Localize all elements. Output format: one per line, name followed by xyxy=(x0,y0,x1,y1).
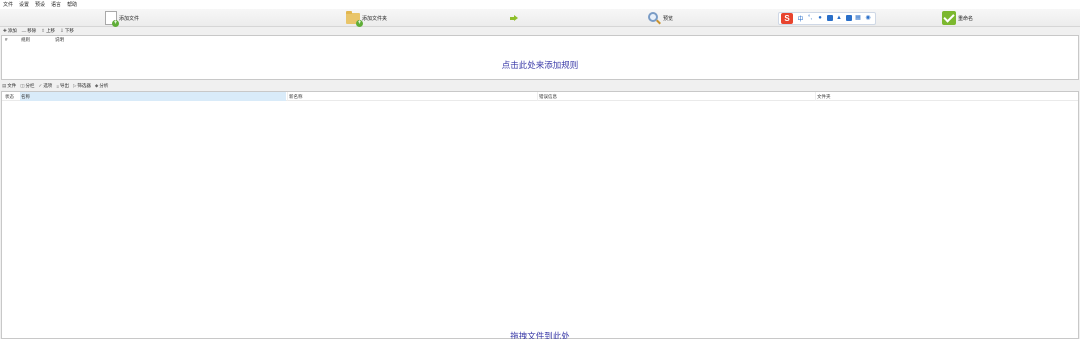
sogou-logo-icon[interactable]: S xyxy=(781,12,793,24)
ime-punctuation-icon[interactable]: °, xyxy=(807,15,814,22)
preview-label: 预览 xyxy=(663,15,674,22)
files-menu-label: 文件 xyxy=(7,83,17,88)
filter-icon: ▷ xyxy=(72,83,77,88)
menu-bar: 文件 设置 预设 语言 帮助 xyxy=(0,0,1080,9)
add-folder-button[interactable]: + 添加文件夹 xyxy=(346,9,387,27)
files-col-status[interactable]: 状态 xyxy=(4,92,20,101)
move-down-button[interactable]: ⇩ 下移 xyxy=(60,28,74,34)
arrow-separator xyxy=(510,9,518,27)
files-toolbar: ▤ 文件 ◫ 分栏 ✓ 选项 ≡ 导出 ▷ 筛选器 ◆ 分析 xyxy=(0,82,1080,90)
skin-shirt-icon[interactable]: ▲ xyxy=(836,15,843,22)
arrow-down-icon: ⇩ xyxy=(60,28,64,33)
microphone-icon[interactable]: ● xyxy=(817,15,824,22)
options-menu-button[interactable]: ✓ 选项 xyxy=(39,83,53,89)
files-table-header: 状态 名称 新名称 错误信息 文件夹 xyxy=(2,92,1078,101)
rules-col-description[interactable]: 说明 xyxy=(55,37,64,43)
columns-menu-label: 分栏 xyxy=(25,83,35,88)
checkmark-icon xyxy=(942,11,956,25)
files-col-new-name[interactable]: 新名称 xyxy=(287,92,537,101)
menu-file[interactable]: 文件 xyxy=(3,1,13,8)
rules-toolbar: ✚ 添加 — 移除 ⇧ 上移 ⇩ 下移 xyxy=(0,27,1080,35)
ime-bar: S 中 °, ● ▲ ▦ ◉ xyxy=(778,11,877,25)
rename-button[interactable]: 重命名 xyxy=(942,9,973,27)
menu-language[interactable]: 语言 xyxy=(51,1,61,8)
move-down-label: 下移 xyxy=(64,28,74,33)
files-menu-button[interactable]: ▤ 文件 xyxy=(2,83,16,89)
plus-icon: ✚ xyxy=(3,28,7,33)
columns-icon: ◫ xyxy=(20,83,25,88)
magnifier-icon xyxy=(648,11,661,25)
remove-rule-button[interactable]: — 移除 xyxy=(22,28,37,34)
tools-icon[interactable]: ◉ xyxy=(865,15,872,22)
keyboard-icon[interactable] xyxy=(826,15,833,21)
minus-icon: — xyxy=(21,28,27,34)
analyze-menu-button[interactable]: ◆ 分析 xyxy=(95,83,108,89)
ime-toolbar: S 中 °, ● ▲ ▦ ◉ xyxy=(778,9,877,27)
options-icon: ✓ xyxy=(38,83,43,88)
gamepad-icon[interactable] xyxy=(845,15,852,21)
menu-settings[interactable]: 设置 xyxy=(19,1,29,8)
files-col-error[interactable]: 错误信息 xyxy=(537,92,815,101)
files-col-folder[interactable]: 文件夹 xyxy=(815,92,1080,101)
preview-button[interactable]: 预览 xyxy=(648,9,673,27)
arrow-right-icon xyxy=(510,15,518,21)
rules-table-header: # 规则 说明 xyxy=(2,36,1078,43)
grid-apps-icon[interactable]: ▦ xyxy=(855,15,862,22)
arrow-up-icon: ⇧ xyxy=(41,28,46,33)
filter-menu-button[interactable]: ▷ 筛选器 xyxy=(73,83,91,89)
ime-chinese-toggle[interactable]: 中 xyxy=(798,14,804,23)
add-folder-icon: + xyxy=(346,10,363,27)
main-toolbar: + 添加文件 + 添加文件夹 预览 S 中 °, ● ▲ ▦ ◉ 重命名 xyxy=(0,9,1080,27)
rules-table[interactable]: # 规则 说明 点击此处来添加规则 xyxy=(1,35,1079,80)
add-files-button[interactable]: + 添加文件 xyxy=(105,9,139,27)
move-up-label: 上移 xyxy=(46,28,56,33)
add-rule-placeholder[interactable]: 点击此处来添加规则 xyxy=(2,59,1078,71)
options-menu-label: 选项 xyxy=(43,83,53,88)
app-window: 文件 设置 预设 语言 帮助 + 添加文件 + 添加文件夹 预览 S 中 °, … xyxy=(0,0,1080,339)
filter-menu-label: 筛选器 xyxy=(77,83,91,88)
export-icon: ≡ xyxy=(56,83,59,89)
export-menu-label: 导出 xyxy=(59,83,69,88)
move-up-button[interactable]: ⇧ 上移 xyxy=(41,28,55,34)
add-file-icon: + xyxy=(105,11,119,27)
analyze-menu-label: 分析 xyxy=(99,83,109,88)
drop-files-placeholder[interactable]: 拖拽文件到此处 xyxy=(2,330,1078,339)
columns-menu-button[interactable]: ◫ 分栏 xyxy=(20,83,34,89)
rules-col-rule[interactable]: 规则 xyxy=(21,37,30,43)
add-files-label: 添加文件 xyxy=(119,15,140,22)
rules-col-index[interactable]: # xyxy=(5,37,8,42)
analyze-icon: ◆ xyxy=(94,83,99,88)
remove-rule-label: 移除 xyxy=(27,28,37,33)
rename-label: 重命名 xyxy=(958,15,974,22)
files-icon: ▤ xyxy=(2,83,7,88)
export-menu-button[interactable]: ≡ 导出 xyxy=(56,83,69,89)
menu-help[interactable]: 帮助 xyxy=(67,1,77,8)
files-table[interactable]: 状态 名称 新名称 错误信息 文件夹 拖拽文件到此处 xyxy=(1,91,1079,339)
add-folder-label: 添加文件夹 xyxy=(362,15,388,22)
menu-presets[interactable]: 预设 xyxy=(35,1,45,8)
add-rule-label: 添加 xyxy=(7,28,17,33)
files-col-name[interactable]: 名称 xyxy=(20,92,286,101)
add-rule-button[interactable]: ✚ 添加 xyxy=(3,28,17,34)
